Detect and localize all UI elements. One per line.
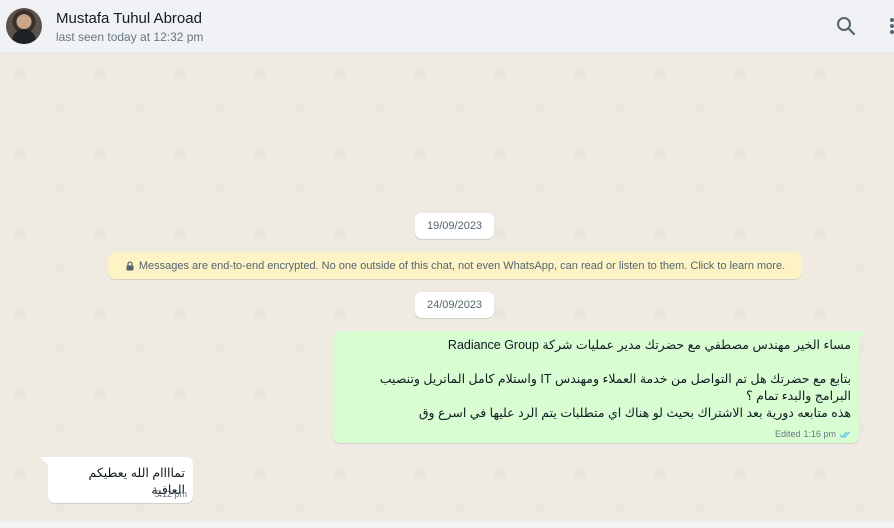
message-meta: Edited 1:16 pm — [775, 429, 853, 439]
message-time: 1:16 pm — [803, 429, 836, 439]
message-time: 5:12 pm — [154, 489, 187, 499]
double-check-icon — [839, 430, 850, 438]
outgoing-message[interactable]: مساء الخير مهندس مصطفي مع حضرتك مدير عمل… — [333, 331, 867, 443]
encryption-notice[interactable]: Messages are end-to-end encrypted. No on… — [108, 252, 802, 279]
lock-icon — [126, 260, 134, 270]
message-text: مساء الخير مهندس مصطفي مع حضرتك مدير عمل… — [379, 338, 851, 420]
chat-header: Mustafa Tuhul Abroad last seen today at … — [0, 0, 894, 53]
date-separator: 24/09/2023 — [415, 292, 495, 318]
contact-last-seen: last seen today at 12:32 pm — [56, 30, 204, 44]
edited-label: Edited — [774, 429, 801, 439]
contact-name[interactable]: Mustafa Tuhul Abroad — [56, 10, 202, 27]
contact-avatar[interactable] — [6, 8, 42, 44]
search-icon[interactable] — [834, 14, 858, 38]
menu-icon[interactable] — [880, 14, 894, 38]
incoming-message[interactable]: تماااام الله يعطيكم العافية 5:12 pm — [40, 457, 193, 503]
composer-bar[interactable] — [0, 521, 894, 528]
date-separator: 19/09/2023 — [415, 213, 495, 239]
chat-area[interactable]: 19/09/2023 Messages are end-to-end encry… — [0, 53, 894, 521]
encryption-notice-text: Messages are end-to-end encrypted. No on… — [138, 259, 786, 272]
